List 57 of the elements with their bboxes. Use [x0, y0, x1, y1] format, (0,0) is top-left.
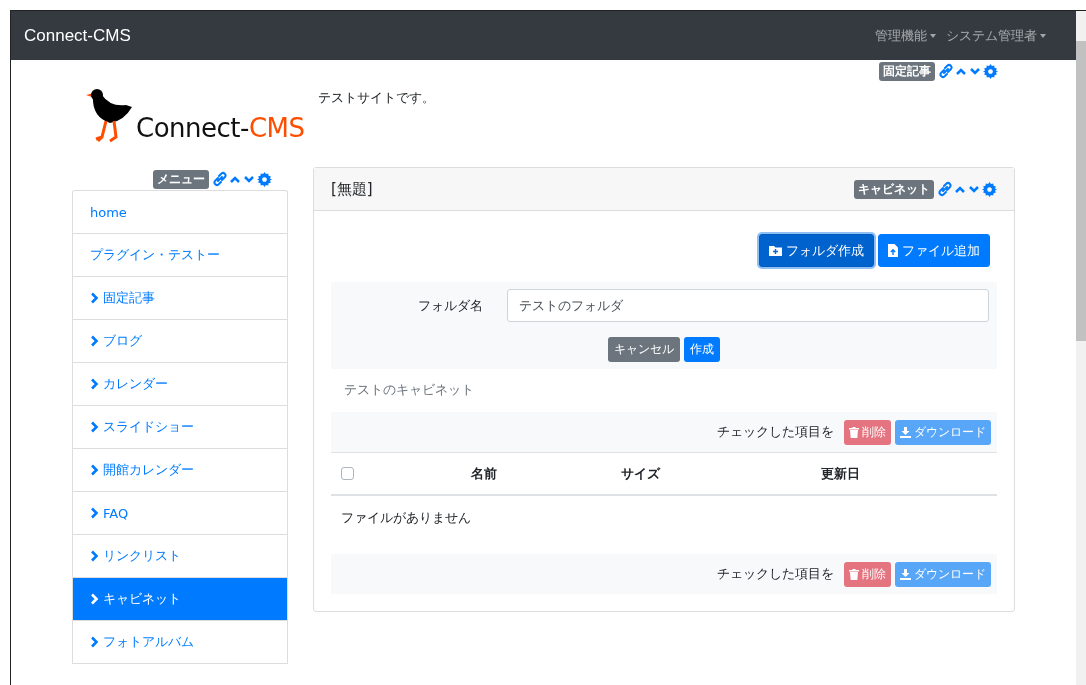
menu-item[interactable]: スライドショー	[73, 406, 287, 449]
menu-item[interactable]: キャビネット	[73, 578, 287, 621]
cancel-button[interactable]: キャンセル	[608, 337, 680, 362]
trash-icon	[849, 426, 859, 438]
settings-icon[interactable]	[257, 171, 272, 187]
bulk-action-label: チェックした項目を	[717, 565, 834, 583]
empty-message: ファイルがありません	[340, 509, 472, 527]
chevron-right-icon	[90, 378, 99, 390]
nav-dropdown[interactable]: システム管理者	[946, 26, 1046, 45]
brand-link[interactable]: Connect-CMS	[24, 25, 131, 46]
chevron-right-icon	[90, 421, 99, 433]
menu-item[interactable]: フォトアルバム	[73, 621, 287, 664]
menu-item[interactable]: ブログ	[73, 320, 287, 363]
chevron-right-icon	[90, 593, 99, 605]
caret-icon	[1040, 33, 1046, 38]
menu-item[interactable]: カレンダー	[73, 363, 287, 406]
link-icon[interactable]	[213, 171, 227, 187]
menu-item[interactable]: home	[73, 191, 287, 234]
panel-title: [無題]	[331, 179, 373, 199]
chevron-right-icon	[90, 292, 99, 304]
menu-item[interactable]: FAQ	[73, 492, 287, 535]
chevron-right-icon	[90, 550, 99, 562]
bulk-action-label: チェックした項目を	[717, 423, 834, 441]
download-icon	[900, 568, 911, 580]
column-header: 名前	[470, 464, 498, 483]
cabinet-name: テストのキャビネット	[343, 381, 475, 399]
download-icon	[900, 426, 911, 438]
site-description: テストサイトです。	[318, 89, 436, 107]
create-button[interactable]: 作成	[684, 337, 720, 362]
logo-text: Connect-CMS	[136, 113, 305, 143]
menu-item[interactable]: プラグイン・テストー	[73, 234, 287, 277]
link-icon[interactable]	[938, 181, 952, 197]
settings-icon[interactable]	[983, 63, 998, 79]
menu-item[interactable]: 開館カレンダー	[73, 449, 287, 492]
column-header: 更新日	[819, 464, 861, 483]
folder-name-label: フォルダ名	[417, 296, 484, 315]
column-header: サイズ	[619, 464, 662, 483]
folder-name-field[interactable]: テストのフォルダ	[507, 289, 989, 322]
frame-badge: 固定記事	[879, 61, 935, 81]
chevron-right-icon	[90, 507, 99, 519]
caret-icon	[930, 33, 936, 38]
chevron-right-icon	[90, 464, 99, 476]
link-icon[interactable]	[939, 63, 953, 79]
chevron-right-icon	[90, 335, 99, 347]
menu-item[interactable]: 固定記事	[73, 277, 287, 320]
trash-icon	[849, 568, 859, 580]
create-folder-button[interactable]: フォルダ作成	[759, 234, 874, 267]
chevron-right-icon	[90, 636, 99, 648]
frame-badge: メニュー	[153, 169, 209, 189]
nav-dropdown[interactable]: 管理機能	[875, 26, 936, 45]
add-file-button[interactable]: ファイル追加	[878, 234, 990, 267]
scrollbar[interactable]	[1076, 11, 1086, 685]
select-all-checkbox[interactable]	[341, 467, 354, 480]
frame-badge: キャビネット	[854, 179, 934, 199]
folder-plus-icon	[769, 245, 782, 256]
settings-icon[interactable]	[982, 181, 997, 197]
file-upload-icon	[888, 244, 898, 257]
